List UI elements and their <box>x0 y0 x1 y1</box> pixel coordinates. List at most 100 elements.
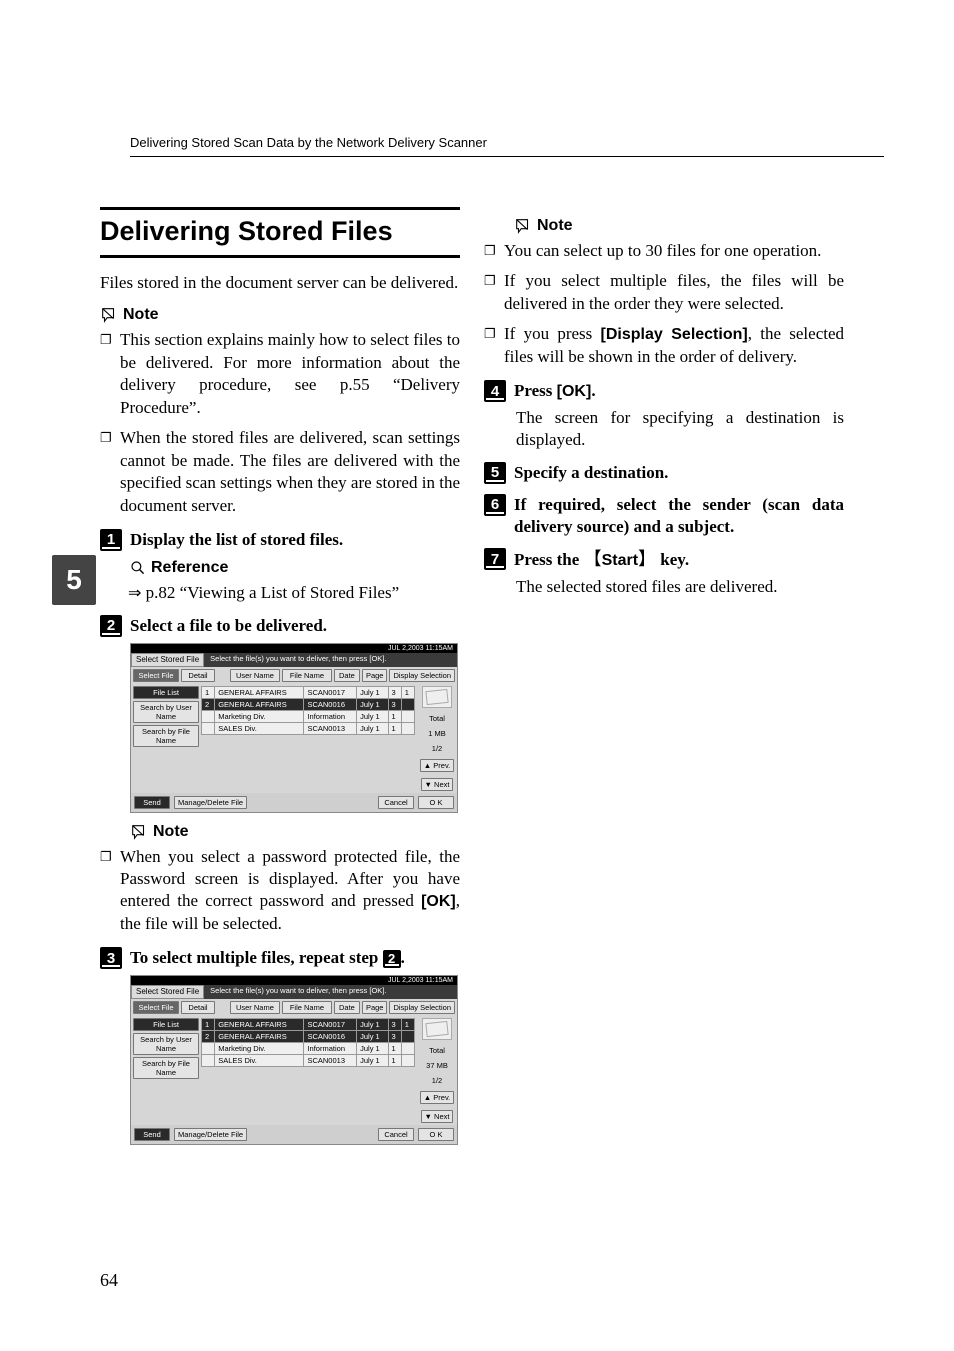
step-6-text: If required, select the sender (scan dat… <box>514 494 844 538</box>
shot-side-filelist: File List <box>133 686 199 699</box>
step-ref-2: 2 <box>383 950 401 968</box>
shot-top-tab: Select Stored File <box>131 653 204 667</box>
shot-prev: ▲ Prev. <box>420 1091 454 1104</box>
shot-side-search-file: Search by File Name <box>133 725 199 747</box>
step-number-2: 2 <box>100 615 122 637</box>
shot-doc-icon <box>422 1018 452 1040</box>
step-number-1: 1 <box>100 529 122 551</box>
note-label-3: Note <box>537 217 573 235</box>
shot-manage-btn: Manage/Delete File <box>174 796 247 809</box>
table-row: Marketing Div.InformationJuly 11 <box>202 710 415 722</box>
step-number-3: 3 <box>100 947 122 969</box>
shot-timestamp: JUL 2,2003 11:15AM <box>388 645 453 652</box>
shot-col-page: Page <box>362 669 388 682</box>
note-item: You can select up to 30 files for one op… <box>484 240 844 262</box>
intro-paragraph: Files stored in the document server can … <box>100 272 460 294</box>
step-7-body: The selected stored files are delivered. <box>516 576 844 598</box>
note-icon <box>130 823 148 841</box>
note-item: When you select a password protected fil… <box>100 846 460 936</box>
shot-top-tab: Select Stored File <box>131 985 204 999</box>
step-1-text: Display the list of stored files. <box>130 529 460 551</box>
device-screenshot-a: JUL 2,2003 11:15AM Select Stored File Se… <box>130 643 458 813</box>
reference-arrow-icon: ⇒ <box>128 585 141 602</box>
note-item: If you press [Display Selection], the se… <box>484 323 844 368</box>
shot-side-filelist: File List <box>133 1018 199 1031</box>
device-screenshot-b: JUL 2,2003 11:15AM Select Stored File Se… <box>130 975 458 1145</box>
note-item: This section explains mainly how to sele… <box>100 329 460 419</box>
shot-side-search-user: Search by User Name <box>133 701 199 723</box>
shot-total-label: Total <box>429 714 445 723</box>
step-number-6: 6 <box>484 494 506 516</box>
shot-manage-btn: Manage/Delete File <box>174 1128 247 1141</box>
shot-page-indicator: 1/2 <box>432 744 442 753</box>
shot-cancel-btn: Cancel <box>378 1128 414 1141</box>
step-2-text: Select a file to be delivered. <box>130 615 460 637</box>
note-list-3: You can select up to 30 files for one op… <box>484 240 844 368</box>
table-row: SALES Div.SCAN0013July 11 <box>202 722 415 734</box>
ok-label: [OK] <box>421 893 456 910</box>
step-number-5: 5 <box>484 462 506 484</box>
shot-prev: ▲ Prev. <box>420 759 454 772</box>
note-list-1: This section explains mainly how to sele… <box>100 329 460 517</box>
note-list-2: When you select a password protected fil… <box>100 846 460 936</box>
note-item: When the stored files are delivered, sca… <box>100 427 460 517</box>
shot-top-msg: Select the file(s) you want to deliver, … <box>204 653 457 667</box>
page-number: 64 <box>100 1270 118 1291</box>
table-row: SALES Div.SCAN0013July 11 <box>202 1055 415 1067</box>
shot-top-msg: Select the file(s) you want to deliver, … <box>204 985 457 999</box>
shot-ok-btn: O K <box>418 796 454 809</box>
shot-col-username: User Name <box>230 669 280 682</box>
shot-detail-tab: Detail <box>181 1001 215 1014</box>
step-number-7: 7 <box>484 548 506 570</box>
shot-col-filename: File Name <box>282 669 332 682</box>
shot-next: ▼ Next <box>421 778 454 791</box>
table-row: 1GENERAL AFFAIRSSCAN0017July 131 <box>202 686 415 698</box>
shot-display-selection: Display Selection <box>389 1001 455 1014</box>
shot-page-indicator: 1/2 <box>432 1076 442 1085</box>
shot-table: 1GENERAL AFFAIRSSCAN0017July 131 2GENERA… <box>201 686 415 735</box>
section-title: Delivering Stored Files <box>100 207 460 258</box>
shot-cancel-btn: Cancel <box>378 796 414 809</box>
shot-total-value: 37 MB <box>426 1061 448 1070</box>
running-header: Delivering Stored Scan Data by the Netwo… <box>130 135 884 157</box>
reference-icon <box>130 560 146 576</box>
ok-label: [OK] <box>557 383 592 400</box>
shot-timestamp: JUL 2,2003 11:15AM <box>388 977 453 984</box>
table-row: Marketing Div.InformationJuly 11 <box>202 1043 415 1055</box>
start-hardkey: Start <box>584 552 656 569</box>
display-selection-label: [Display Selection] <box>601 326 748 343</box>
shot-col-date: Date <box>334 1001 360 1014</box>
step-5-text: Specify a destination. <box>514 462 844 484</box>
step-4-body: The screen for specifying a destination … <box>516 407 844 452</box>
step-4-text: Press [OK]. <box>514 380 844 403</box>
shot-display-selection: Display Selection <box>389 669 455 682</box>
shot-col-page: Page <box>362 1001 388 1014</box>
reference-label: Reference <box>151 559 228 577</box>
note-label-1: Note <box>123 306 159 324</box>
table-row: 1GENERAL AFFAIRSSCAN0017July 131 <box>202 1019 415 1031</box>
reference-body: ⇒ p.82 “Viewing a List of Stored Files” <box>128 582 460 604</box>
chapter-tab: 5 <box>52 555 96 605</box>
shot-select-file-tab: Select File <box>133 669 179 682</box>
shot-select-file-tab: Select File <box>133 1001 179 1014</box>
table-row: 2GENERAL AFFAIRSSCAN0016July 13 <box>202 1031 415 1043</box>
table-row: 2GENERAL AFFAIRSSCAN0016July 13 <box>202 698 415 710</box>
shot-col-filename: File Name <box>282 1001 332 1014</box>
note-icon <box>514 217 532 235</box>
shot-send-btn: Send <box>134 796 170 809</box>
shot-col-username: User Name <box>230 1001 280 1014</box>
step-number-4: 4 <box>484 380 506 402</box>
shot-next: ▼ Next <box>421 1110 454 1123</box>
shot-detail-tab: Detail <box>181 669 215 682</box>
step-7-text: Press the Start key. <box>514 548 844 572</box>
step-3-text: To select multiple files, repeat step 2. <box>130 947 460 969</box>
note-icon <box>100 306 118 324</box>
shot-total-label: Total <box>429 1046 445 1055</box>
shot-col-date: Date <box>334 669 360 682</box>
note-label-2: Note <box>153 823 189 841</box>
note-item: If you select multiple files, the files … <box>484 270 844 315</box>
shot-ok-btn: O K <box>418 1128 454 1141</box>
shot-table: 1GENERAL AFFAIRSSCAN0017July 131 2GENERA… <box>201 1018 415 1067</box>
shot-side-search-file: Search by File Name <box>133 1057 199 1079</box>
shot-doc-icon <box>422 686 452 708</box>
